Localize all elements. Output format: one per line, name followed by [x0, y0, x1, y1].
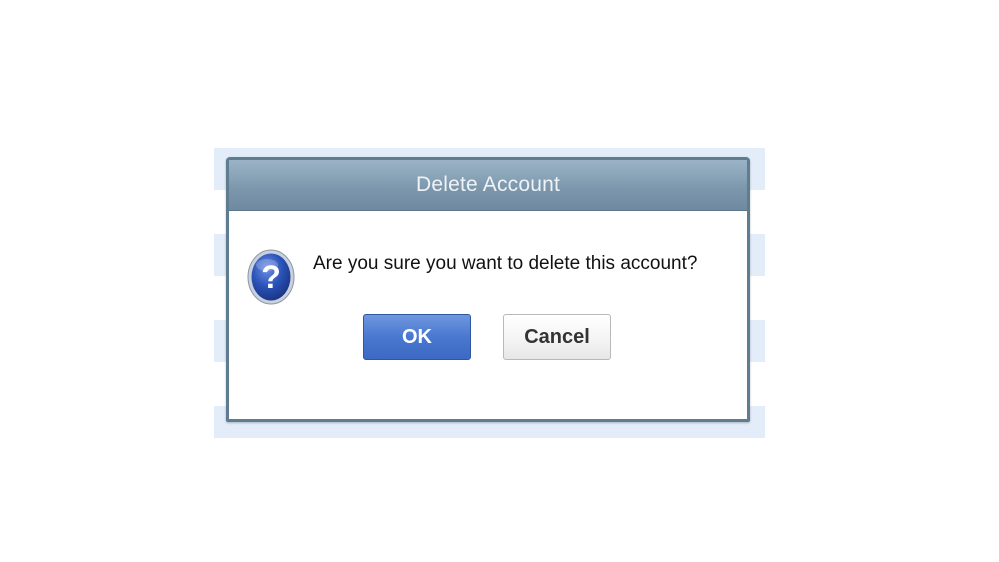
confirm-message: Are you sure you want to delete this acc… — [313, 253, 698, 274]
ok-button[interactable]: OK — [363, 314, 471, 360]
svg-text:?: ? — [261, 259, 281, 295]
dialog-titlebar[interactable]: Delete Account — [229, 160, 747, 211]
dialog-title: Delete Account — [415, 173, 561, 196]
cancel-button[interactable]: Cancel — [503, 314, 611, 360]
delete-account-dialog: Delete Account ? Are you sure you want t… — [226, 157, 750, 422]
screen: Delete Account ? Are you sure you want t… — [0, 0, 999, 562]
question-icon: ? — [247, 249, 295, 305]
